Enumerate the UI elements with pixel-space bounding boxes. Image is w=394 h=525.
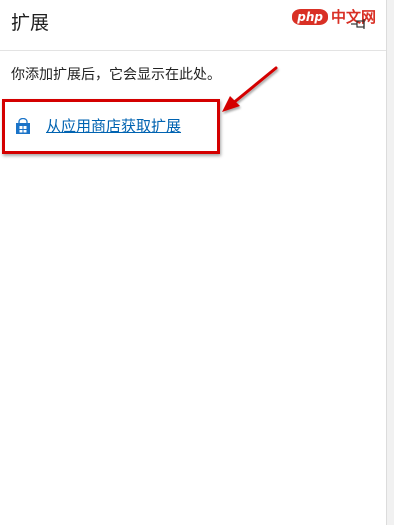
header-divider [0, 50, 386, 51]
store-bag-icon[interactable] [15, 118, 31, 135]
panel-title: 扩展 [11, 12, 50, 34]
extensions-panel: 扩展 php 中文网 你添加扩展后，它会显示在此处。 从应用商店获取扩展 [0, 0, 386, 525]
empty-state-message: 你添加扩展后，它会显示在此处。 [11, 67, 221, 83]
panel-header: 扩展 php 中文网 [0, 0, 386, 50]
watermark-logo: php [292, 9, 328, 25]
pin-icon[interactable] [351, 17, 367, 31]
annotation-arrow [222, 66, 278, 112]
panel-scrollbar[interactable] [386, 0, 394, 525]
store-link-highlight-box: 从应用商店获取扩展 [2, 99, 220, 154]
get-extensions-from-store-link[interactable]: 从应用商店获取扩展 [46, 116, 181, 136]
